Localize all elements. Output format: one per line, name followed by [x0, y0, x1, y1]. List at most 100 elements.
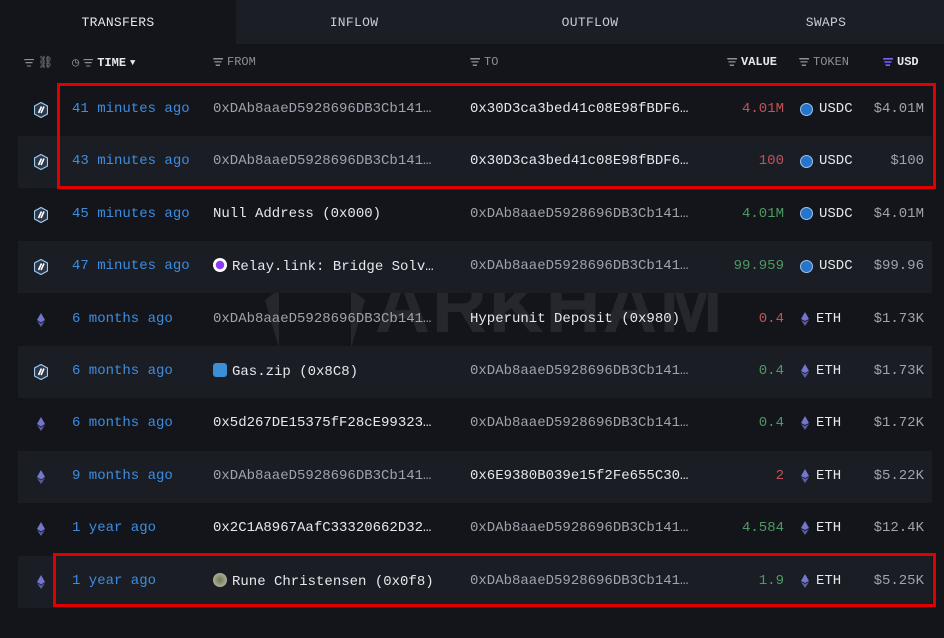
usd-value: $1.73K	[873, 363, 924, 379]
tab-outflow[interactable]: OUTFLOW	[472, 0, 708, 44]
filter-icon	[470, 58, 480, 66]
token-symbol: USDC	[819, 153, 853, 170]
time-link[interactable]: 41 minutes ago	[72, 101, 190, 117]
value: 100	[758, 153, 784, 170]
token[interactable]: ETH	[800, 573, 841, 589]
value: 0.4	[758, 310, 784, 327]
value: 4.01M	[741, 101, 784, 117]
tab-bar: TRANSFERS INFLOW OUTFLOW SWAPS	[0, 0, 944, 44]
to-address[interactable]: 0xDAb8aaeD5928696DB3Cb141…	[470, 258, 688, 274]
token[interactable]: ETH	[800, 468, 841, 484]
ethereum-chain-icon	[34, 469, 48, 485]
time-link[interactable]: 45 minutes ago	[72, 206, 190, 222]
tab-inflow[interactable]: INFLOW	[236, 0, 472, 44]
chain-filter[interactable]: ⛓	[24, 55, 53, 70]
time-header[interactable]: ◷ TIME ▼	[72, 55, 135, 71]
from-header[interactable]: FROM	[213, 55, 256, 69]
token-symbol: ETH	[816, 415, 842, 432]
to-address[interactable]: 0x30D3ca3bed41c08E98fBDF6…	[470, 153, 688, 169]
table-row[interactable]: 41 minutes ago 0xDAb8aaeD5928696DB3Cb141……	[18, 84, 932, 136]
table-row[interactable]: 6 months ago 0xDAb8aaeD5928696DB3Cb141… Hy…	[18, 294, 932, 346]
token-symbol: USDC	[819, 101, 853, 117]
from-label: Relay.link: Bridge Solv…	[232, 259, 434, 276]
usdc-icon	[800, 259, 813, 273]
token[interactable]: ETH	[800, 415, 841, 431]
from-address[interactable]: 0xDAb8aaeD5928696DB3Cb141…	[213, 101, 431, 117]
usd-value: $12.4K	[873, 520, 924, 537]
table-header: ⛓ ◷ TIME ▼ FROM TO VALUE TOKEN USD	[0, 52, 944, 74]
token-symbol: ETH	[816, 467, 842, 484]
time-link[interactable]: 43 minutes ago	[72, 153, 190, 169]
filter-icon	[883, 58, 893, 66]
arbitrum-chain-icon	[33, 363, 49, 381]
table-row[interactable]: 1 year ago 0x2C1A8967AafC33320662D32… 0xDA…	[18, 503, 932, 555]
tab-transfers[interactable]: TRANSFERS	[0, 0, 236, 44]
token-header[interactable]: TOKEN	[799, 55, 849, 69]
value: 4.01M	[741, 205, 784, 222]
filter-icon	[727, 58, 737, 66]
time-link[interactable]: 6 months ago	[72, 363, 173, 379]
to-address[interactable]: 0x30D3ca3bed41c08E98fBDF6…	[470, 101, 688, 117]
value-header[interactable]: VALUE	[727, 55, 777, 69]
token[interactable]: ETH	[800, 520, 841, 536]
to-address[interactable]: 0x6E9380B039e15f2Fe655C30…	[470, 468, 688, 484]
usd-value: $5.25K	[873, 572, 924, 589]
tab-swaps[interactable]: SWAPS	[708, 0, 944, 44]
token[interactable]: USDC	[800, 101, 853, 117]
clock-icon: ◷	[72, 56, 80, 70]
time-link[interactable]: 6 months ago	[72, 415, 173, 431]
gaszip-logo-icon	[213, 363, 227, 377]
filter-icon	[799, 58, 809, 66]
from-address[interactable]: Gas.zip (0x8C8)	[213, 363, 358, 380]
relay-logo-icon	[213, 258, 227, 273]
from-address[interactable]: 0xDAb8aaeD5928696DB3Cb141…	[213, 311, 431, 327]
to-address[interactable]: 0xDAb8aaeD5928696DB3Cb141…	[470, 206, 688, 222]
to-address[interactable]: 0xDAb8aaeD5928696DB3Cb141…	[470, 415, 688, 431]
from-address[interactable]: Relay.link: Bridge Solv…	[213, 258, 434, 275]
token-symbol: ETH	[816, 572, 842, 589]
value: 4.584	[741, 520, 784, 537]
arbitrum-chain-icon	[33, 259, 49, 276]
table-row[interactable]: 6 months ago 0x5d267DE15375fF28cE99323… 0x…	[18, 398, 932, 450]
ethereum-chain-icon	[34, 574, 48, 590]
token[interactable]: ETH	[800, 363, 841, 379]
time-link[interactable]: 1 year ago	[72, 520, 156, 536]
table-row[interactable]: 9 months ago 0xDAb8aaeD5928696DB3Cb141… 0x…	[18, 450, 932, 503]
to-header[interactable]: TO	[470, 55, 498, 69]
usd-value: $100	[890, 153, 924, 170]
usd-header[interactable]: USD	[883, 55, 919, 69]
from-label: Gas.zip (0x8C8)	[232, 364, 359, 380]
time-link[interactable]: 9 months ago	[72, 468, 173, 484]
from-label: 0xDAb8aaeD5928696DB3Cb141…	[213, 101, 432, 117]
to-address[interactable]: 0xDAb8aaeD5928696DB3Cb141…	[470, 573, 688, 589]
eth-icon	[801, 521, 809, 536]
to-address[interactable]: 0xDAb8aaeD5928696DB3Cb141…	[470, 363, 688, 379]
table-row[interactable]: 1 year ago Rune Christensen (0x0f8) 0xDAb8…	[18, 555, 932, 608]
table-row[interactable]: 6 months ago Gas.zip (0x8C8) 0xDAb8aaeD592…	[18, 346, 932, 398]
token[interactable]: ETH	[800, 311, 841, 327]
time-link[interactable]: 1 year ago	[72, 573, 156, 589]
arbitrum-chain-icon	[33, 154, 49, 171]
eth-icon	[801, 573, 809, 588]
table-row[interactable]: 47 minutes ago Relay.link: Bridge Solv… 0x…	[18, 241, 932, 294]
usd-value: $5.22K	[873, 467, 924, 484]
time-link[interactable]: 47 minutes ago	[72, 258, 190, 274]
ethereum-chain-icon	[34, 521, 48, 537]
from-label: 0xDAb8aaeD5928696DB3Cb141…	[213, 153, 432, 170]
from-address[interactable]: 0x2C1A8967AafC33320662D32…	[213, 520, 431, 536]
time-link[interactable]: 6 months ago	[72, 311, 173, 327]
eth-icon	[801, 311, 809, 326]
from-address[interactable]: 0x5d267DE15375fF28cE99323…	[213, 415, 431, 431]
from-address[interactable]: 0xDAb8aaeD5928696DB3Cb141…	[213, 153, 431, 169]
table-row[interactable]: 43 minutes ago 0xDAb8aaeD5928696DB3Cb141……	[18, 136, 932, 189]
token[interactable]: USDC	[800, 258, 853, 274]
to-address[interactable]: Hyperunit Deposit (0x980)	[470, 311, 680, 327]
table-row[interactable]: 45 minutes ago Null Address (0x000) 0xDAb8…	[18, 189, 932, 241]
from-address[interactable]: Rune Christensen (0x0f8)	[213, 572, 434, 590]
token[interactable]: USDC	[800, 206, 853, 222]
from-label: 0x2C1A8967AafC33320662D32…	[213, 520, 432, 537]
from-address[interactable]: 0xDAb8aaeD5928696DB3Cb141…	[213, 468, 431, 484]
token[interactable]: USDC	[800, 153, 853, 169]
to-address[interactable]: 0xDAb8aaeD5928696DB3Cb141…	[470, 520, 688, 536]
from-address[interactable]: Null Address (0x000)	[213, 206, 381, 222]
